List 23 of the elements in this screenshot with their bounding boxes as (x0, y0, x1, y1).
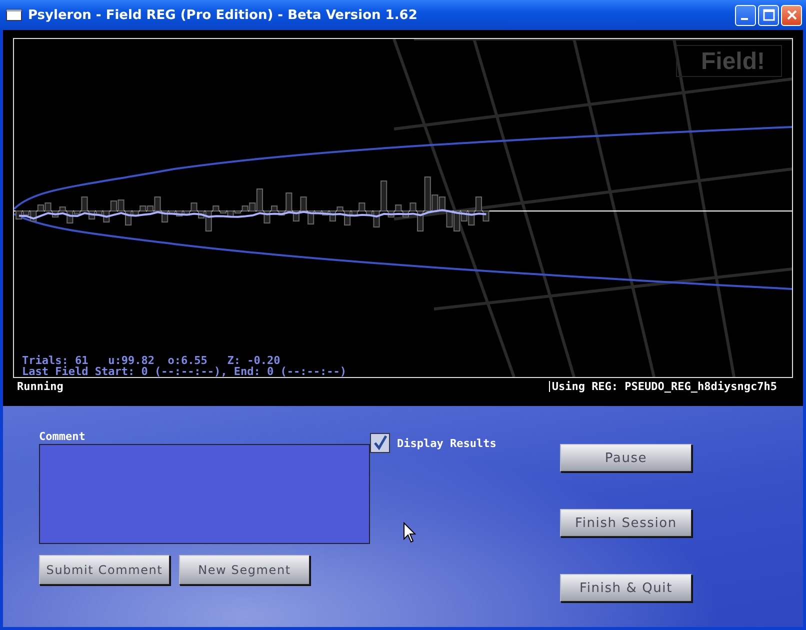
action-button[interactable]: Finish & Quit (560, 574, 692, 602)
close-button[interactable] (781, 4, 802, 26)
status-text: Running (17, 381, 64, 392)
field-badge: Field! (676, 45, 782, 77)
close-icon (786, 9, 798, 21)
action-button[interactable]: Submit Comment (39, 555, 170, 585)
maximize-icon (762, 9, 774, 21)
display-results-checkbox[interactable] (370, 433, 390, 453)
comment-label: Comment (39, 431, 86, 442)
minimize-button[interactable] (735, 4, 756, 26)
comment-field[interactable] (39, 444, 370, 544)
action-button[interactable]: Finish Session (560, 509, 692, 537)
action-button[interactable]: New Segment (179, 555, 310, 585)
maximize-button[interactable] (758, 4, 779, 26)
action-button[interactable]: Pause (560, 444, 692, 472)
reg-source-text: Using REG: PSEUDO_REG_h8diysngc7h5 (548, 381, 777, 392)
stats-text: Trials: 61 u:99.82 o:6.55 Z: -0.20 (22, 355, 282, 366)
display-results-label: Display Results (397, 438, 496, 448)
window-title: Psyleron - Field REG (Pro Edition) - Beta Version 1.62 (28, 8, 418, 22)
window-icon (6, 9, 22, 21)
last-field-text: Last Field Start: 0 (--:--:--), End: 0 (--:--:--) (22, 366, 347, 377)
minimize-icon (740, 18, 748, 20)
mouse-pointer-icon (403, 522, 417, 544)
